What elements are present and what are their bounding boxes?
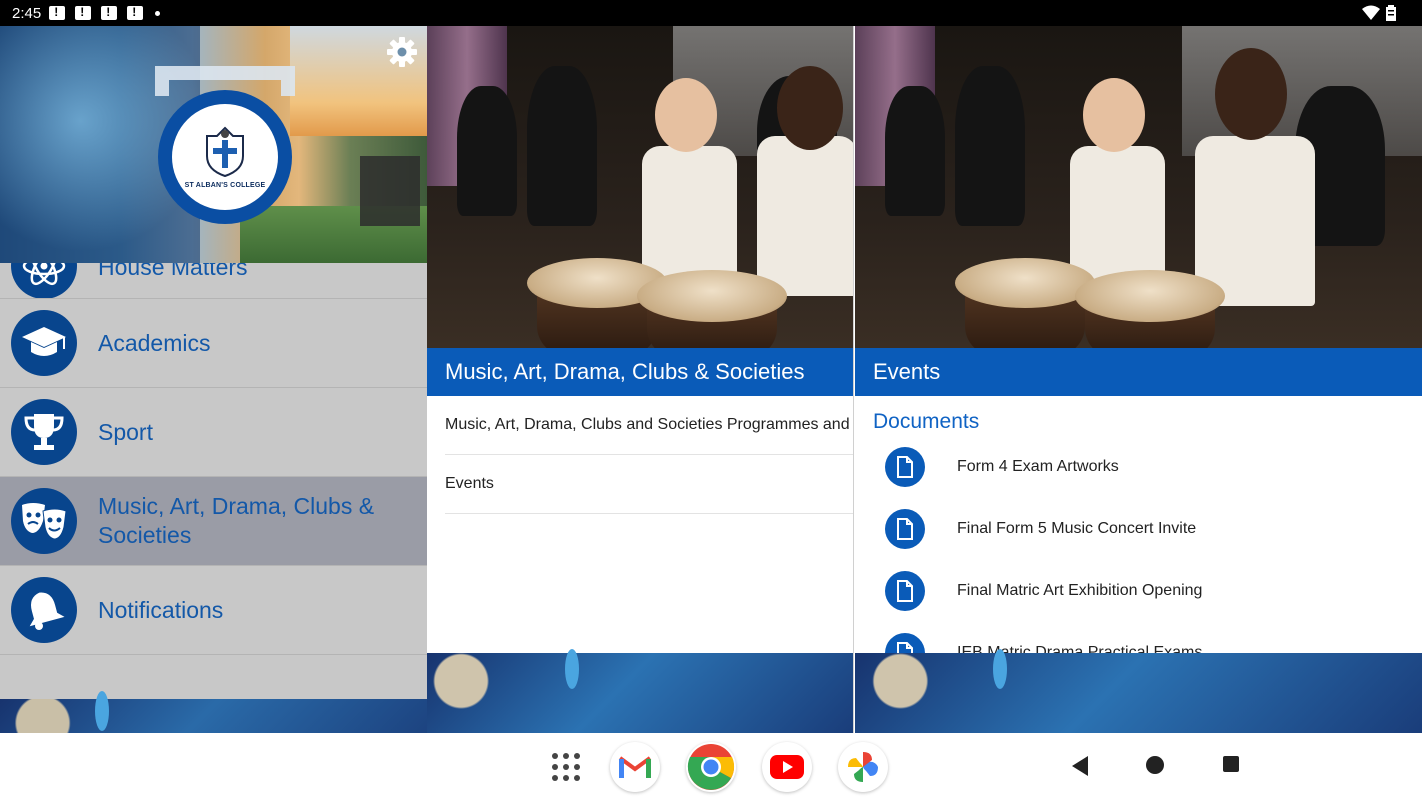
drawer-item-label: Music, Art, Drama, Clubs & Societies — [98, 493, 375, 548]
drawer-item-label: Sport — [98, 418, 153, 445]
hero-image — [427, 26, 853, 348]
logo-inner: ST ALBAN'S COLLEGE — [172, 104, 278, 210]
theater-masks-icon — [11, 488, 77, 554]
drawer-item-house-matters[interactable]: House Matters — [0, 263, 427, 299]
section-title: Documents — [873, 410, 980, 433]
hero-head — [777, 66, 843, 150]
bell-icon — [11, 577, 77, 643]
hero-head — [1215, 48, 1287, 140]
hero-shirt — [1070, 146, 1165, 286]
drawer-item-notifications[interactable]: Notifications — [0, 566, 427, 655]
hero-person — [527, 66, 597, 226]
notification-icon — [127, 5, 144, 20]
settings-icon[interactable] — [386, 36, 418, 68]
document-label: Final Form 5 Music Concert Invite — [957, 520, 1197, 537]
document-item[interactable]: Final Form 5 Music Concert Invite — [885, 498, 1405, 560]
hero-shirt — [757, 136, 853, 296]
drawer-header: ST ALBAN'S COLLEGE — [0, 26, 427, 263]
youtube-icon[interactable] — [762, 742, 812, 792]
system-nav-bar — [0, 733, 1422, 800]
drawer-item-sport[interactable]: Sport — [0, 388, 427, 477]
document-item[interactable]: Form 4 Exam Artworks — [885, 436, 1405, 498]
drawer-item-music-art-drama[interactable]: Music, Art, Drama, Clubs & Societies — [0, 477, 427, 566]
school-logo: ST ALBAN'S COLLEGE — [158, 90, 292, 224]
header-building — [360, 156, 420, 226]
photos-icon[interactable] — [838, 742, 888, 792]
drawer-item-label: Notifications — [98, 596, 224, 623]
home-icon[interactable] — [1145, 755, 1165, 775]
panel-title: Events — [855, 348, 1422, 396]
notification-icon — [75, 5, 92, 20]
recents-icon[interactable] — [1222, 755, 1240, 773]
category-panel: Music, Art, Drama, Clubs & Societies Mus… — [427, 26, 854, 733]
hero-shirt — [1195, 136, 1315, 306]
hero-drum — [955, 258, 1095, 308]
trophy-icon — [11, 399, 77, 465]
drawer-item-label: House Matters — [98, 263, 248, 280]
document-icon — [885, 509, 925, 549]
status-bar: 2:45 — [0, 0, 1422, 26]
wifi-icon — [1362, 5, 1380, 20]
drawer-menu: House Matters Academics Sport Music, Art… — [0, 263, 427, 655]
hero-head — [655, 78, 717, 152]
crest-icon — [206, 126, 244, 177]
gmail-icon[interactable] — [610, 742, 660, 792]
battery-icon — [1386, 5, 1396, 21]
hero-image — [855, 26, 1422, 348]
banner-drop — [95, 691, 109, 731]
list-item-programmes[interactable]: Music, Art, Drama, Clubs and Societies P… — [445, 396, 853, 455]
notification-icon — [101, 5, 118, 20]
events-panel: Events Documents Form 4 Exam Artworks Fi… — [855, 26, 1422, 733]
document-label: Form 4 Exam Artworks — [957, 458, 1119, 475]
drawer-footer-banner — [0, 691, 427, 733]
drawer-item-academics[interactable]: Academics — [0, 299, 427, 388]
banner-drop — [565, 649, 579, 689]
hero-head — [1083, 78, 1145, 152]
atom-icon — [11, 263, 77, 298]
document-label: Final Matric Art Exhibition Opening — [957, 582, 1203, 599]
hero-drum — [1075, 270, 1225, 322]
hero-shirt — [642, 146, 737, 286]
list-item-events[interactable]: Events — [445, 455, 853, 514]
chrome-icon[interactable] — [686, 742, 736, 792]
hero-person — [457, 86, 517, 216]
notification-icon — [49, 5, 66, 20]
hero-person — [955, 66, 1025, 226]
banner-drop — [993, 649, 1007, 689]
hero-drum — [637, 270, 787, 322]
panel-footer-banner — [855, 649, 1422, 733]
graduation-cap-icon — [11, 310, 77, 376]
hero-person — [885, 86, 945, 216]
document-icon — [885, 447, 925, 487]
panel-title: Music, Art, Drama, Clubs & Societies — [427, 348, 853, 396]
drawer-item-label: Academics — [98, 329, 211, 356]
panel-footer-banner — [427, 649, 853, 733]
app-grid-icon[interactable] — [550, 751, 582, 783]
logo-text: ST ALBAN'S COLLEGE — [184, 181, 266, 189]
navigation-drawer: ST ALBAN'S COLLEGE House Matters Academi… — [0, 26, 427, 733]
status-time: 2:45 — [12, 4, 42, 22]
more-notifications-icon — [155, 10, 161, 16]
back-icon[interactable] — [1070, 755, 1090, 777]
document-item[interactable]: Final Matric Art Exhibition Opening — [885, 560, 1405, 622]
document-icon — [885, 571, 925, 611]
